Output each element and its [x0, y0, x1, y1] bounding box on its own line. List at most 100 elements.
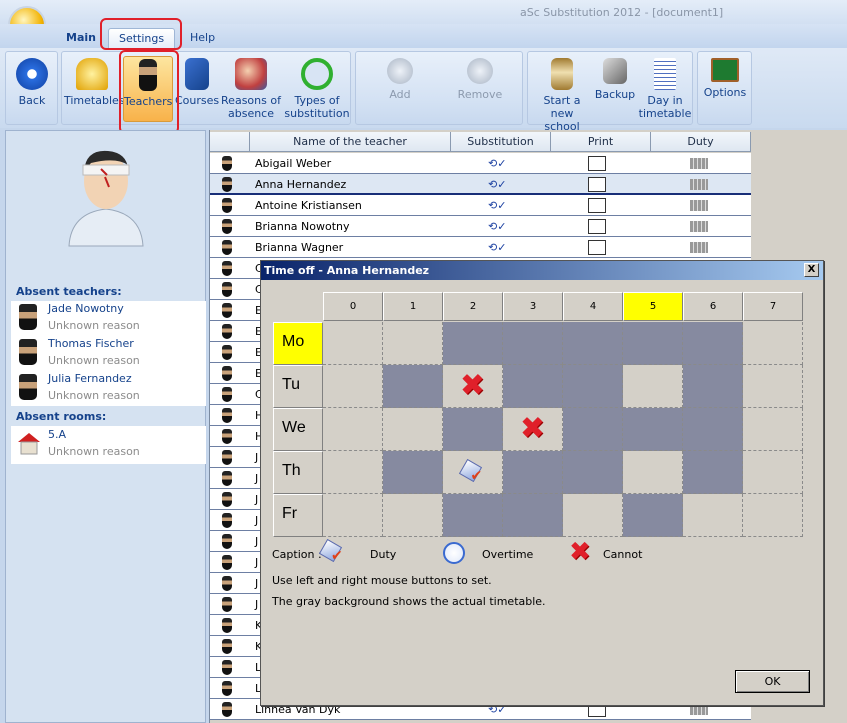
substitution-cycle-icon[interactable]: ⟲✓	[488, 220, 506, 233]
time-off-cell[interactable]	[443, 494, 503, 537]
time-off-cell[interactable]	[683, 322, 743, 365]
time-off-cell[interactable]	[443, 322, 503, 365]
time-off-cell[interactable]	[563, 494, 623, 537]
time-off-cell[interactable]	[683, 494, 743, 537]
period-header[interactable]: 2	[443, 292, 503, 321]
reasons-of-absence-button[interactable]: Reasons of absence	[220, 56, 282, 122]
courses-button[interactable]: Courses	[175, 56, 219, 122]
period-header[interactable]: 0	[323, 292, 383, 321]
teacher-icon	[222, 408, 232, 423]
column-header-substitution[interactable]: Substitution	[451, 132, 551, 152]
time-off-cell[interactable]	[383, 365, 443, 408]
table-row[interactable]: Antoine Kristiansen ⟲✓	[210, 195, 751, 216]
time-off-cell[interactable]	[443, 408, 503, 451]
time-off-cell[interactable]	[623, 451, 683, 494]
time-off-cell[interactable]	[563, 451, 623, 494]
table-row[interactable]: Brianna Wagner ⟲✓	[210, 237, 751, 258]
time-off-cell[interactable]	[743, 451, 803, 494]
print-preview-icon[interactable]	[588, 177, 606, 192]
duty-grid-icon[interactable]	[690, 242, 708, 253]
time-off-cell[interactable]	[683, 451, 743, 494]
time-off-cell[interactable]	[743, 365, 803, 408]
tab-help[interactable]: Help	[180, 28, 225, 48]
time-off-cell[interactable]	[743, 494, 803, 537]
time-off-cell[interactable]	[443, 451, 503, 494]
time-off-cell[interactable]	[323, 408, 383, 451]
day-header[interactable]: Fr	[273, 494, 323, 537]
time-off-cell[interactable]	[683, 408, 743, 451]
column-header-print[interactable]: Print	[551, 132, 651, 152]
time-off-cell[interactable]: ✖	[503, 408, 563, 451]
day-header[interactable]: We	[273, 408, 323, 451]
time-off-cell[interactable]	[323, 322, 383, 365]
time-off-cell[interactable]	[683, 365, 743, 408]
duty-grid-icon[interactable]	[690, 158, 708, 169]
print-preview-icon[interactable]	[588, 219, 606, 234]
time-off-cell[interactable]	[563, 408, 623, 451]
time-off-cell[interactable]	[383, 322, 443, 365]
substitution-cycle-icon[interactable]: ⟲✓	[488, 241, 506, 254]
time-off-cell[interactable]	[323, 451, 383, 494]
column-header-name[interactable]: Name of the teacher	[250, 132, 451, 152]
print-preview-icon[interactable]	[588, 156, 606, 171]
time-off-cell[interactable]	[623, 494, 683, 537]
duty-grid-icon[interactable]	[690, 179, 708, 190]
time-off-cell[interactable]	[383, 451, 443, 494]
period-header[interactable]: 6	[683, 292, 743, 321]
substitution-cycle-icon[interactable]: ⟲✓	[488, 157, 506, 170]
table-row[interactable]: Abigail Weber ⟲✓	[210, 153, 751, 174]
types-of-substitution-button[interactable]: Types of substitution	[284, 56, 350, 122]
time-off-cell[interactable]	[623, 408, 683, 451]
period-header[interactable]: 7	[743, 292, 803, 321]
tab-main[interactable]: Main	[56, 28, 106, 48]
time-off-cell[interactable]	[503, 451, 563, 494]
add-button[interactable]: Add	[370, 56, 430, 122]
duty-grid-icon[interactable]	[690, 200, 708, 211]
time-off-cell[interactable]	[323, 365, 383, 408]
time-off-cell[interactable]	[323, 494, 383, 537]
options-button[interactable]: Options	[700, 56, 750, 122]
ok-button[interactable]: OK	[735, 670, 810, 693]
print-preview-icon[interactable]	[588, 198, 606, 213]
timetables-button[interactable]: Timetables	[64, 56, 125, 122]
absent-room-name: 5.A	[48, 428, 67, 441]
substitution-cycle-icon[interactable]: ⟲✓	[488, 178, 506, 191]
start-new-school-year-button[interactable]: Start a new school year	[531, 56, 593, 146]
backup-button[interactable]: Backup	[594, 56, 636, 122]
time-off-cell[interactable]	[623, 365, 683, 408]
remove-button[interactable]: Remove	[450, 56, 510, 122]
column-header-duty[interactable]: Duty	[651, 132, 751, 152]
period-header[interactable]: 1	[383, 292, 443, 321]
time-off-cell[interactable]	[623, 322, 683, 365]
absent-room-item[interactable]: 5.A Unknown reason	[11, 427, 206, 462]
back-button[interactable]: Back	[8, 56, 56, 122]
print-preview-icon[interactable]	[588, 240, 606, 255]
time-off-cell[interactable]	[503, 494, 563, 537]
teachers-button-highlight	[119, 50, 179, 134]
day-in-timetable-button[interactable]: Day in timetable	[638, 56, 692, 122]
time-off-cell[interactable]	[563, 322, 623, 365]
absent-teacher-item[interactable]: Jade Nowotny Unknown reason	[11, 301, 206, 336]
table-row[interactable]: Brianna Nowotny ⟲✓	[210, 216, 751, 237]
substitution-cycle-icon[interactable]: ⟲✓	[488, 199, 506, 212]
time-off-cell[interactable]	[743, 322, 803, 365]
duty-grid-icon[interactable]	[690, 221, 708, 232]
time-off-cell[interactable]	[383, 408, 443, 451]
time-off-cell[interactable]	[743, 408, 803, 451]
close-button[interactable]: X	[804, 263, 819, 277]
day-header[interactable]: Mo	[273, 322, 323, 365]
period-header[interactable]: 5	[623, 292, 683, 321]
period-header[interactable]: 4	[563, 292, 623, 321]
time-off-cell[interactable]: ✖	[443, 365, 503, 408]
time-off-cell[interactable]	[563, 365, 623, 408]
hourglass-icon	[551, 58, 573, 90]
absent-teacher-item[interactable]: Thomas Fischer Unknown reason	[11, 336, 206, 371]
period-header[interactable]: 3	[503, 292, 563, 321]
time-off-cell[interactable]	[383, 494, 443, 537]
time-off-cell[interactable]	[503, 365, 563, 408]
absent-teacher-item[interactable]: Julia Fernandez Unknown reason	[11, 371, 206, 406]
time-off-cell[interactable]	[503, 322, 563, 365]
table-row[interactable]: Anna Hernandez ⟲✓	[210, 174, 751, 195]
day-header[interactable]: Th	[273, 451, 323, 494]
day-header[interactable]: Tu	[273, 365, 323, 408]
